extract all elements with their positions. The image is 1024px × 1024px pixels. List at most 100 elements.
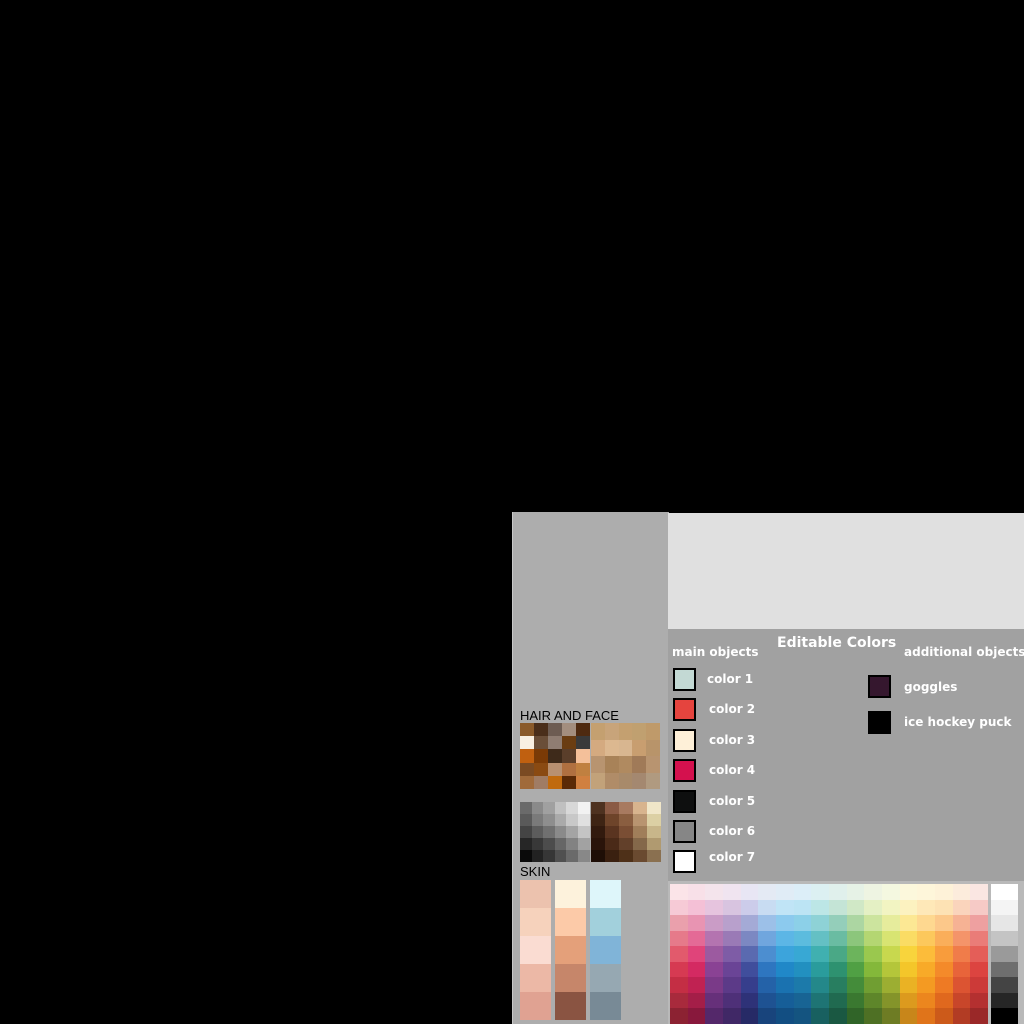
palette-swatch[interactable] bbox=[646, 756, 660, 773]
palette-swatch[interactable] bbox=[991, 992, 1018, 1009]
palette-swatch[interactable] bbox=[991, 946, 1018, 962]
palette-swatch[interactable] bbox=[952, 992, 971, 1009]
palette-swatch[interactable] bbox=[543, 826, 555, 838]
palette-swatch[interactable] bbox=[577, 814, 590, 826]
palette-swatch[interactable] bbox=[576, 723, 590, 737]
palette-swatch[interactable] bbox=[758, 915, 776, 931]
palette-swatch[interactable] bbox=[758, 930, 776, 947]
palette-swatch[interactable] bbox=[758, 961, 776, 978]
palette-swatch[interactable] bbox=[846, 1008, 865, 1024]
palette-swatch[interactable] bbox=[633, 838, 647, 850]
palette-swatch[interactable] bbox=[934, 884, 953, 900]
palette-swatch[interactable] bbox=[846, 946, 865, 962]
palette-swatch[interactable] bbox=[604, 756, 619, 773]
palette-swatch[interactable] bbox=[828, 961, 847, 978]
palette-swatch[interactable] bbox=[531, 814, 544, 826]
palette-swatch[interactable] bbox=[793, 1008, 812, 1024]
palette-swatch[interactable] bbox=[577, 850, 590, 862]
palette-swatch[interactable] bbox=[881, 915, 900, 931]
palette-swatch[interactable] bbox=[562, 749, 576, 763]
palette-swatch[interactable] bbox=[687, 1008, 706, 1024]
palette-swatch[interactable] bbox=[793, 961, 812, 978]
palette-swatch[interactable] bbox=[566, 802, 578, 814]
color-4-swatch[interactable] bbox=[673, 759, 696, 782]
palette-swatch[interactable] bbox=[828, 992, 847, 1009]
palette-swatch[interactable] bbox=[520, 838, 532, 850]
palette-swatch[interactable] bbox=[970, 992, 988, 1009]
palette-swatch[interactable] bbox=[670, 961, 688, 978]
palette-swatch[interactable] bbox=[846, 884, 865, 900]
palette-swatch[interactable] bbox=[670, 884, 688, 900]
palette-swatch[interactable] bbox=[970, 915, 988, 931]
palette-swatch[interactable] bbox=[531, 838, 544, 850]
palette-swatch[interactable] bbox=[531, 850, 544, 862]
palette-swatch[interactable] bbox=[775, 930, 794, 947]
palette-swatch[interactable] bbox=[811, 884, 829, 900]
palette-swatch[interactable] bbox=[687, 977, 706, 993]
palette-swatch[interactable] bbox=[554, 850, 567, 862]
palette-swatch[interactable] bbox=[520, 908, 551, 936]
palette-swatch[interactable] bbox=[554, 802, 567, 814]
palette-swatch[interactable] bbox=[917, 977, 935, 993]
palette-swatch[interactable] bbox=[758, 977, 776, 993]
palette-swatch[interactable] bbox=[591, 826, 605, 838]
palette-swatch[interactable] bbox=[705, 946, 723, 962]
palette-swatch[interactable] bbox=[811, 992, 829, 1009]
palette-swatch[interactable] bbox=[934, 930, 953, 947]
palette-swatch[interactable] bbox=[543, 814, 555, 826]
palette-swatch[interactable] bbox=[705, 884, 723, 900]
palette-swatch[interactable] bbox=[632, 723, 647, 740]
palette-swatch[interactable] bbox=[705, 899, 723, 916]
palette-swatch[interactable] bbox=[562, 762, 576, 776]
palette-swatch[interactable] bbox=[722, 915, 741, 931]
palette-swatch[interactable] bbox=[646, 723, 660, 740]
palette-swatch[interactable] bbox=[566, 826, 578, 838]
palette-swatch[interactable] bbox=[618, 772, 633, 789]
palette-swatch[interactable] bbox=[864, 961, 882, 978]
palette-swatch[interactable] bbox=[670, 899, 688, 916]
color-3-swatch[interactable] bbox=[673, 729, 696, 752]
palette-swatch[interactable] bbox=[917, 915, 935, 931]
palette-swatch[interactable] bbox=[952, 915, 971, 931]
color-2-swatch[interactable] bbox=[673, 698, 696, 721]
palette-swatch[interactable] bbox=[740, 1008, 759, 1024]
palette-swatch[interactable] bbox=[591, 814, 605, 826]
palette-swatch[interactable] bbox=[881, 946, 900, 962]
palette-swatch[interactable] bbox=[520, 992, 551, 1020]
palette-swatch[interactable] bbox=[646, 739, 660, 756]
palette-swatch[interactable] bbox=[952, 930, 971, 947]
palette-swatch[interactable] bbox=[705, 977, 723, 993]
palette-swatch[interactable] bbox=[881, 899, 900, 916]
palette-swatch[interactable] bbox=[722, 930, 741, 947]
palette-swatch[interactable] bbox=[899, 977, 918, 993]
palette-swatch[interactable] bbox=[828, 884, 847, 900]
palette-swatch[interactable] bbox=[740, 899, 759, 916]
palette-swatch[interactable] bbox=[591, 739, 605, 756]
palette-swatch[interactable] bbox=[846, 930, 865, 947]
palette-swatch[interactable] bbox=[934, 961, 953, 978]
palette-swatch[interactable] bbox=[952, 899, 971, 916]
palette-swatch[interactable] bbox=[705, 930, 723, 947]
palette-swatch[interactable] bbox=[577, 838, 590, 850]
palette-swatch[interactable] bbox=[591, 838, 605, 850]
palette-swatch[interactable] bbox=[722, 992, 741, 1009]
palette-swatch[interactable] bbox=[846, 899, 865, 916]
palette-swatch[interactable] bbox=[917, 884, 935, 900]
palette-swatch[interactable] bbox=[899, 884, 918, 900]
palette-swatch[interactable] bbox=[899, 992, 918, 1009]
palette-swatch[interactable] bbox=[758, 884, 776, 900]
palette-swatch[interactable] bbox=[722, 1008, 741, 1024]
palette-swatch[interactable] bbox=[534, 723, 548, 737]
palette-swatch[interactable] bbox=[687, 992, 706, 1009]
palette-swatch[interactable] bbox=[934, 946, 953, 962]
palette-swatch[interactable] bbox=[576, 762, 590, 776]
palette-swatch[interactable] bbox=[917, 992, 935, 1009]
palette-swatch[interactable] bbox=[828, 930, 847, 947]
palette-swatch[interactable] bbox=[647, 802, 661, 814]
palette-swatch[interactable] bbox=[687, 884, 706, 900]
palette-swatch[interactable] bbox=[934, 992, 953, 1009]
palette-swatch[interactable] bbox=[647, 826, 661, 838]
palette-swatch[interactable] bbox=[531, 826, 544, 838]
palette-swatch[interactable] bbox=[991, 961, 1018, 978]
palette-swatch[interactable] bbox=[520, 762, 534, 776]
